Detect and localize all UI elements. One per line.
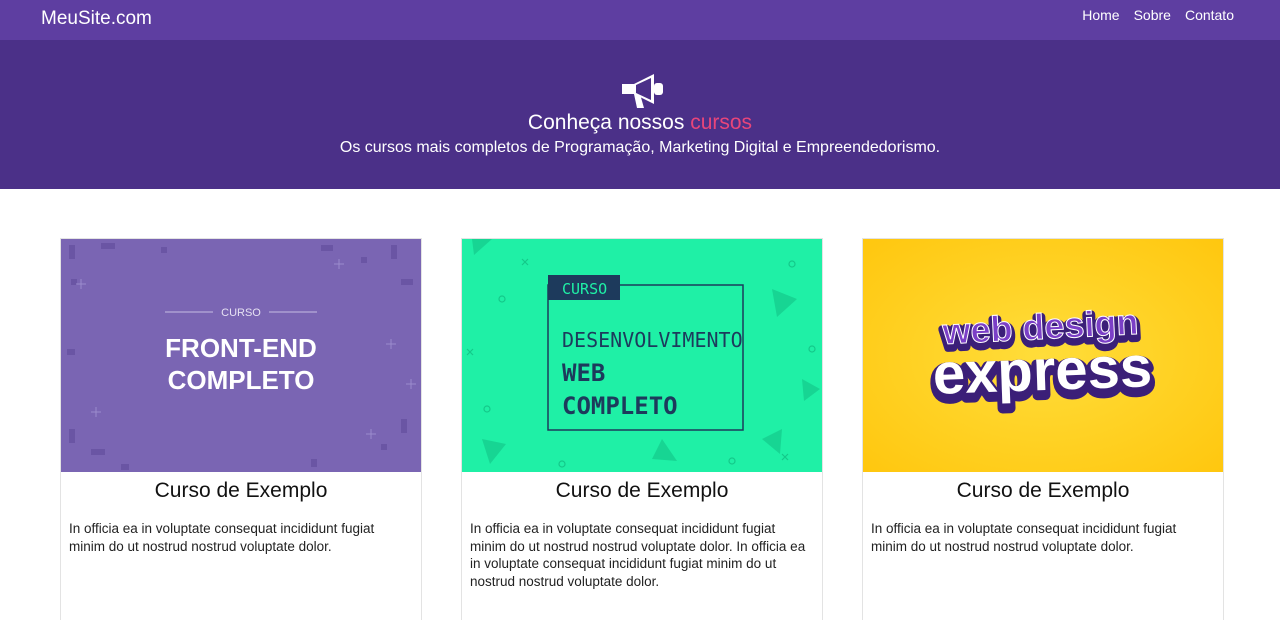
nav-links: Home Sobre Contato xyxy=(1082,7,1234,23)
course-image-label: CURSO xyxy=(562,280,607,298)
card-text: In officia ea in voluptate consequat inc… xyxy=(470,521,806,589)
hero-title-highlight: cursos xyxy=(690,111,753,134)
course-image-line1: DESENVOLVIMENTO xyxy=(562,328,743,352)
nav-link-contato[interactable]: Contato xyxy=(1185,7,1234,23)
course-image-desenvolvimento-web[interactable]: CURSO DESENVOLVIMENTO WEB COMPLETO xyxy=(462,239,822,472)
course-image-line2: WEB xyxy=(562,359,605,387)
hero-title: Conheça nossos cursos xyxy=(0,111,1280,135)
navbar: MeuSite.com Home Sobre Contato xyxy=(0,0,1280,40)
hero-subtitle: Os cursos mais completos de Programação,… xyxy=(339,139,941,156)
card-title[interactable]: Curso de Exemplo xyxy=(462,479,822,503)
hero-title-prefix: Conheça nossos xyxy=(527,111,691,134)
course-image-line2: COMPLETO xyxy=(168,365,315,395)
hero-banner: Conheça nossos cursos Os cursos mais com… xyxy=(0,40,1280,189)
card-text: In officia ea in voluptate consequat inc… xyxy=(871,521,1177,554)
course-image-line3: COMPLETO xyxy=(562,392,678,420)
course-image-label: CURSO xyxy=(221,307,261,319)
nav-link-sobre[interactable]: Sobre xyxy=(1134,7,1171,23)
logo-line2: express xyxy=(932,334,1153,407)
brand-link[interactable]: MeuSite.com xyxy=(41,8,152,30)
card-text: In officia ea in voluptate consequat inc… xyxy=(69,521,375,554)
nav-link-home[interactable]: Home xyxy=(1082,7,1119,23)
megaphone-icon xyxy=(622,74,663,108)
card-title[interactable]: Curso de Exemplo xyxy=(863,479,1223,503)
course-image-web-design-express[interactable]: web design web design express express xyxy=(863,239,1223,472)
course-card[interactable]: CURSO DESENVOLVIMENTO WEB COMPLETO Curso… xyxy=(461,238,823,620)
course-image-front-end[interactable]: CURSO FRONT-END COMPLETO xyxy=(61,239,421,472)
course-card[interactable]: CURSO FRONT-END COMPLETO Curso de Exempl… xyxy=(60,238,422,620)
card-title[interactable]: Curso de Exemplo xyxy=(61,479,421,503)
course-card[interactable]: web design web design express express Cu… xyxy=(862,238,1224,620)
course-image-line1: FRONT-END xyxy=(165,333,317,363)
